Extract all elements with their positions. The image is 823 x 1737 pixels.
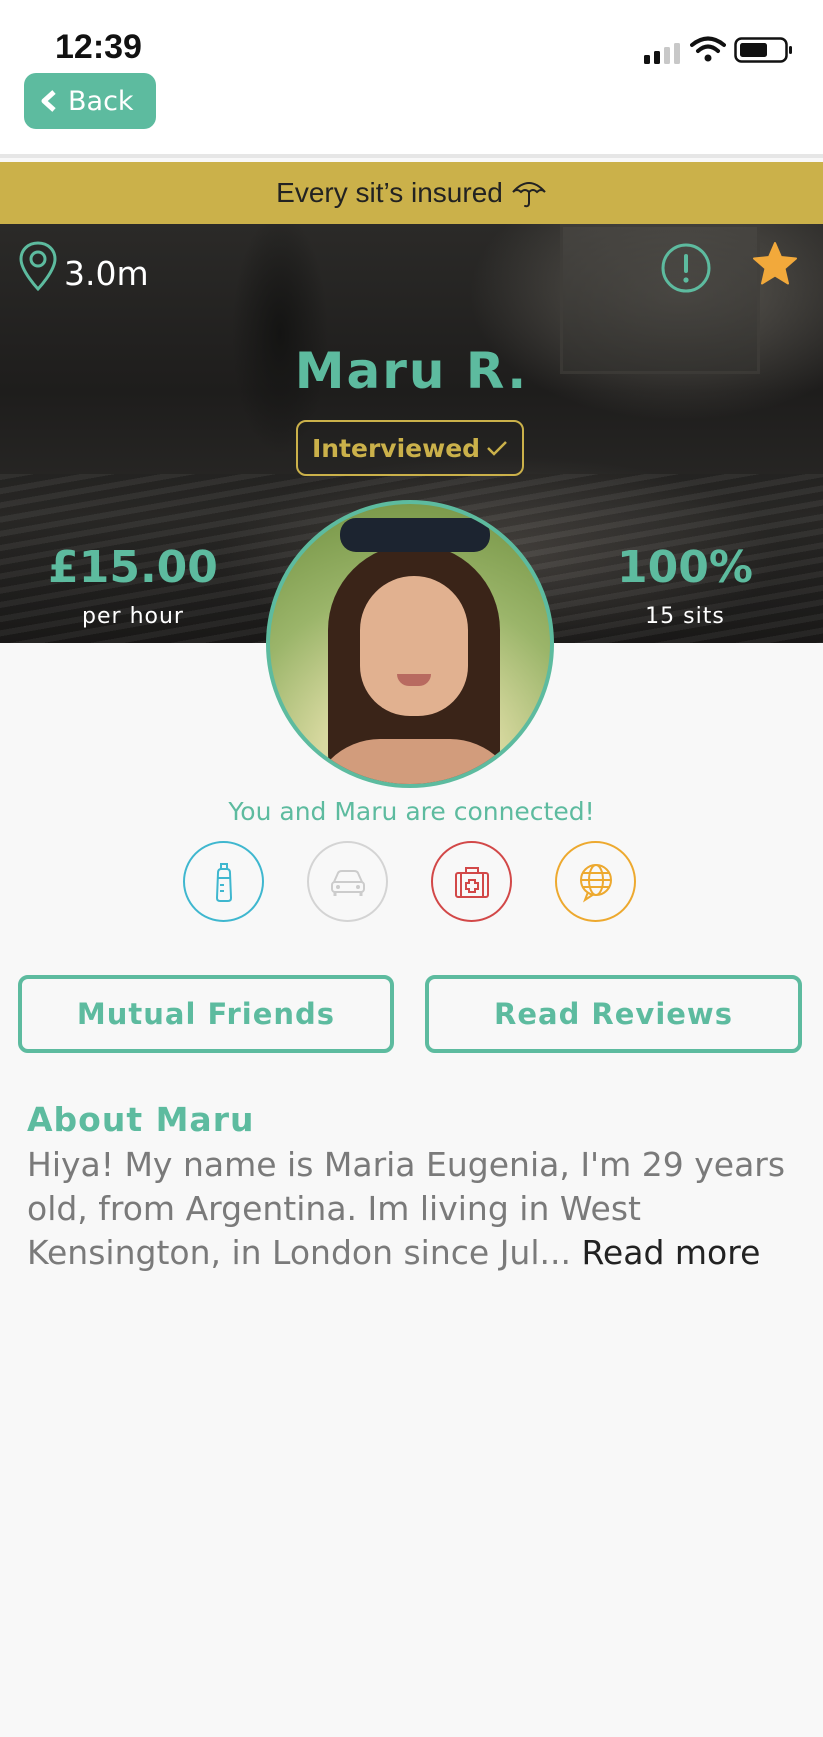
about-heading: About Maru — [27, 1100, 255, 1139]
location-pin-icon — [19, 241, 57, 292]
status-bar: 12:39 — [0, 0, 823, 70]
rating-percentage: 100% — [617, 542, 753, 593]
car-icon — [330, 869, 365, 896]
distance-label: 3.0m — [64, 254, 149, 293]
nav-bar: Back — [0, 70, 823, 158]
connection-status: You and Maru are connected! — [228, 797, 595, 826]
first-aid-kit-icon — [454, 866, 489, 898]
wifi-icon — [690, 36, 726, 62]
skill-languages[interactable] — [555, 841, 636, 922]
read-more-link[interactable]: Read more — [581, 1233, 760, 1272]
sits-count: 15 sits — [645, 604, 725, 629]
sitter-name: Maru R. — [294, 342, 529, 400]
interviewed-badge-label: Interviewed — [311, 433, 481, 463]
skill-baby-care[interactable] — [183, 841, 264, 922]
back-button[interactable]: Back — [24, 73, 156, 129]
chevron-left-icon — [41, 90, 56, 112]
battery-icon — [734, 37, 792, 63]
favorite-star-icon[interactable] — [751, 240, 799, 288]
mutual-friends-button[interactable]: Mutual Friends — [18, 975, 394, 1053]
umbrella-icon — [512, 182, 546, 208]
about-text: Hiya! My name is Maria Eugenia, I'm 29 y… — [27, 1143, 817, 1275]
insurance-banner: Every sit’s insured — [0, 162, 823, 224]
back-button-label: Back — [68, 85, 134, 117]
report-alert-icon[interactable] — [660, 242, 712, 294]
hourly-rate: £15.00 — [48, 542, 218, 593]
interviewed-badge: Interviewed — [296, 420, 524, 476]
avatar — [266, 500, 554, 788]
skill-first-aid[interactable] — [431, 841, 512, 922]
skill-driver[interactable] — [307, 841, 388, 922]
baby-bottle-icon — [215, 862, 232, 902]
hourly-rate-unit: per hour — [82, 604, 184, 629]
globe-speech-icon — [579, 863, 612, 903]
status-time: 12:39 — [55, 28, 142, 66]
checkmark-icon — [487, 441, 507, 456]
read-reviews-button[interactable]: Read Reviews — [425, 975, 802, 1053]
insurance-banner-text: Every sit’s insured — [276, 177, 503, 208]
cellular-signal-icon — [644, 43, 680, 64]
